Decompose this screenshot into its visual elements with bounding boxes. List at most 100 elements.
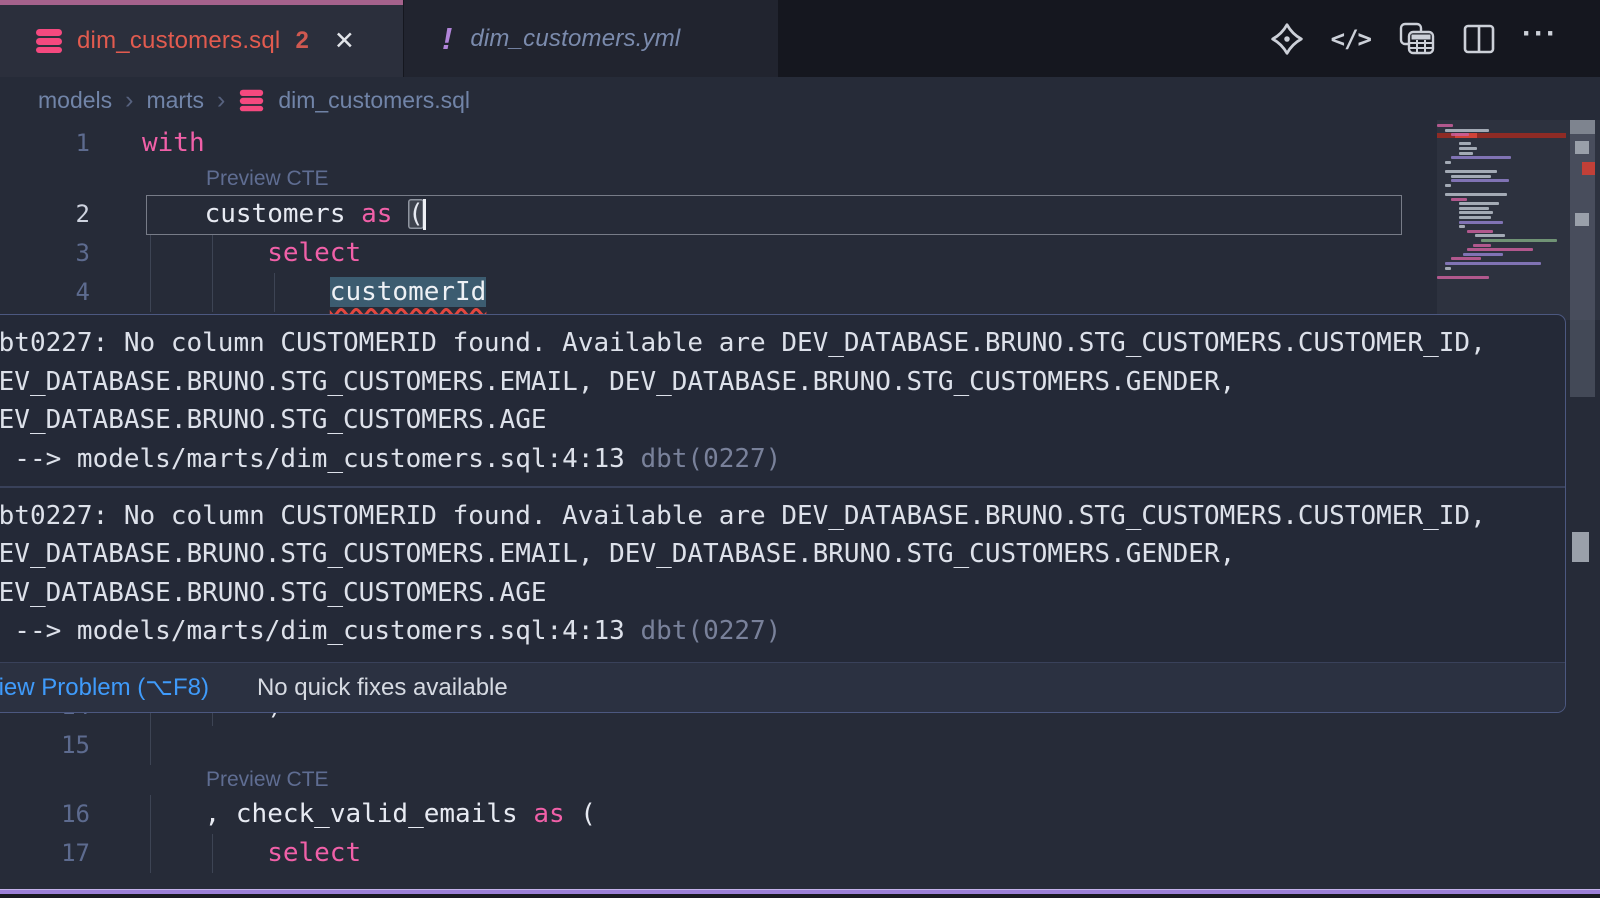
minimap-code-line (1451, 156, 1511, 159)
overview-ruler-mark (1575, 213, 1589, 226)
dbt-logo-icon[interactable] (1270, 21, 1304, 57)
close-icon[interactable]: ✕ (334, 29, 355, 54)
no-quick-fixes-text: No quick fixes available (257, 674, 508, 702)
code-line[interactable]: 16 , check_valid_emails as ( (0, 795, 1600, 834)
code-line[interactable]: 15 (0, 726, 1600, 765)
code-token: select (267, 838, 361, 868)
minimap-code-line (1445, 184, 1451, 187)
indent-guide (212, 273, 213, 312)
minimap-code-line (1445, 170, 1497, 173)
breadcrumb-marts[interactable]: marts (146, 87, 204, 114)
overview-ruler-mark (1572, 532, 1589, 562)
minimap-code-line (1475, 234, 1505, 237)
minimap-code-line (1451, 133, 1469, 136)
overview-ruler-mark (1575, 141, 1589, 154)
minimap-code-line (1459, 142, 1471, 145)
problem-source-code: dbt(0227) (640, 444, 781, 474)
code-token: with (142, 128, 205, 158)
problem-text: dbt0227: No column CUSTOMERID found. Ava… (0, 324, 1553, 363)
line-number: 16 (18, 795, 90, 834)
indent-guide (150, 834, 151, 873)
compile-code-icon[interactable]: </> (1331, 21, 1371, 57)
code-line[interactable]: 17 select (0, 834, 1600, 873)
minimap-code-line (1463, 253, 1503, 256)
vscode-window: dim_customers.sql 2 ✕ ! dim_customers.ym… (0, 0, 1600, 898)
text-cursor (423, 199, 426, 230)
indent-guide (150, 726, 151, 765)
exclamation-icon: ! (442, 23, 452, 54)
minimap-code-line (1451, 257, 1481, 260)
scrollbar[interactable] (1570, 120, 1595, 890)
code-text: select (267, 234, 361, 273)
tab-filename: dim_customers.yml (470, 25, 680, 53)
minimap-code-line (1459, 207, 1489, 210)
code-token: as (533, 799, 564, 829)
minimap-code-line (1437, 124, 1453, 127)
minimap-code-line (1451, 175, 1491, 178)
minimap-code-line (1481, 239, 1557, 242)
minimap-code-line (1445, 161, 1451, 164)
chevron-right-icon: › (125, 86, 133, 115)
code-token: select (267, 238, 361, 268)
minimap-code-line (1445, 267, 1451, 270)
minimap-code-line (1451, 198, 1467, 201)
indent-guide (150, 273, 151, 312)
problem-hover-popup: dbt0227: No column CUSTOMERID found. Ava… (0, 314, 1566, 713)
codelens-preview-cte[interactable]: Preview CTE (206, 768, 329, 792)
minimap-code-line (1437, 276, 1489, 279)
code-text: customerId (330, 273, 487, 312)
panel-edge (0, 894, 1600, 898)
minimap-code-line (1459, 211, 1493, 214)
problem-location: --> models/marts/dim_customers.sql:4:13 (0, 616, 625, 646)
more-actions-icon[interactable]: ··· (1522, 16, 1558, 62)
view-problem-link[interactable]: View Problem (⌥F8) (0, 673, 209, 702)
indent-guide (150, 234, 151, 273)
problem-text: DEV_DATABASE.BRUNO.STG_CUSTOMERS.AGE (0, 574, 1553, 613)
minimap-code-line (1459, 202, 1499, 205)
problem-text: DEV_DATABASE.BRUNO.STG_CUSTOMERS.AGE (0, 401, 1553, 440)
line-number: 17 (18, 834, 90, 873)
minimap-code-line (1459, 216, 1491, 219)
breadcrumb-file[interactable]: dim_customers.sql (278, 87, 470, 114)
code-token: ( (565, 799, 596, 829)
split-editor-icon[interactable] (1463, 21, 1495, 57)
problem-location-line: --> models/marts/dim_customers.sql:4:13 … (0, 440, 1553, 479)
minimap-code-line (1467, 230, 1493, 233)
breadcrumb-models[interactable]: models (38, 87, 112, 114)
code-token: , check_valid_emails (205, 799, 534, 829)
minimap-code-line (1473, 244, 1491, 247)
code-line[interactable]: 4customerId (0, 273, 1600, 312)
database-file-icon (34, 26, 64, 56)
minimap-code-line (1459, 221, 1503, 224)
error-token-customerid: customerId (330, 277, 487, 307)
indent-guide (274, 273, 275, 312)
problem-text: DEV_DATABASE.BRUNO.STG_CUSTOMERS.EMAIL, … (0, 535, 1553, 574)
line-number: 1 (18, 124, 90, 163)
popup-status-bar: View Problem (⌥F8) No quick fixes availa… (0, 662, 1565, 712)
minimap-code-line (1445, 262, 1541, 265)
minimap-code-line (1445, 129, 1489, 132)
editor-actions-toolbar: </> ··· (1270, 0, 1600, 77)
chevron-right-icon: › (217, 86, 225, 115)
overview-ruler-mark (1570, 120, 1595, 134)
tab-dim-customers-sql[interactable]: dim_customers.sql 2 ✕ (0, 0, 403, 77)
minimap-code-line (1459, 225, 1465, 228)
query-results-icon[interactable] (1398, 21, 1436, 57)
current-line-highlight (146, 195, 1402, 235)
tab-dim-customers-yml[interactable]: ! dim_customers.yml (404, 0, 778, 77)
minimap-code-line (1445, 193, 1507, 196)
database-file-icon (238, 87, 265, 114)
breadcrumb: models › marts › dim_customers.sql (0, 77, 1600, 123)
minimap-code-line (1467, 248, 1533, 251)
codelens-preview-cte[interactable]: Preview CTE (206, 167, 329, 191)
minimap[interactable] (1437, 120, 1566, 330)
indent-guide (212, 234, 213, 273)
minimap-code-line (1451, 179, 1509, 182)
code-line[interactable]: 1 with (0, 124, 1600, 163)
line-number: 15 (18, 726, 90, 765)
problem-text: DEV_DATABASE.BRUNO.STG_CUSTOMERS.EMAIL, … (0, 363, 1553, 402)
code-text: , check_valid_emails as ( (205, 795, 596, 834)
indent-guide (150, 795, 151, 834)
code-line[interactable]: 3select (0, 234, 1600, 273)
problem-message-block: dbt0227: No column CUSTOMERID found. Ava… (0, 488, 1565, 659)
